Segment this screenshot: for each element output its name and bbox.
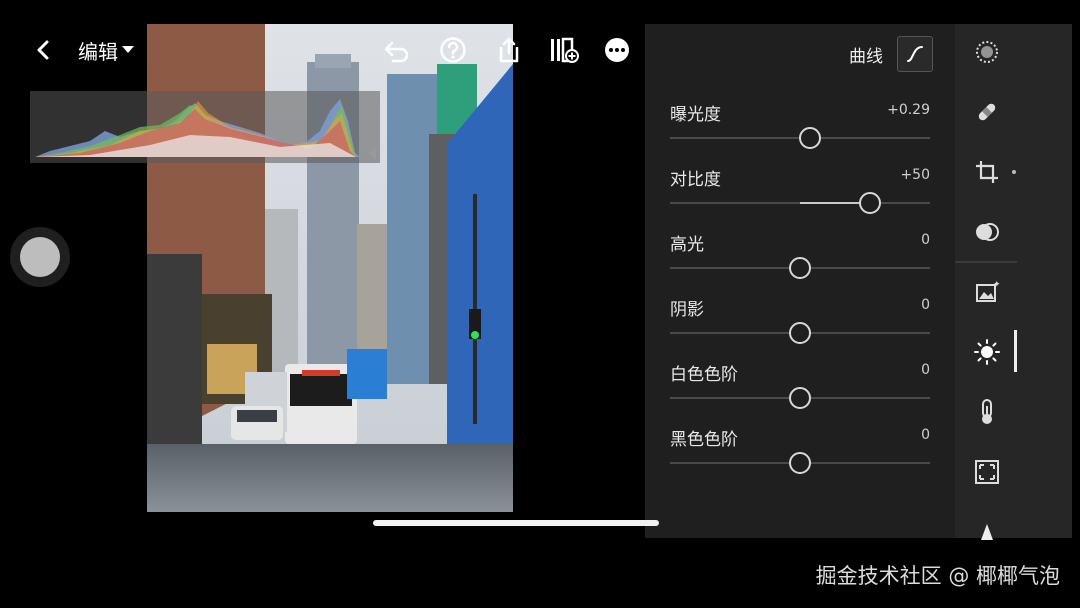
slider-label: 对比度 (670, 170, 721, 190)
histogram[interactable] (30, 91, 380, 163)
svg-text:✦: ✦ (993, 280, 1000, 290)
slider-whites: 白色色阶 0 (670, 360, 930, 420)
slider-value: 0 (921, 427, 930, 443)
slider-label: 白色色阶 (670, 365, 738, 385)
triangle-icon (981, 524, 993, 540)
slider-label: 黑色色阶 (670, 430, 738, 450)
presets-image-icon: ✦ (976, 280, 1000, 302)
slider-thumb[interactable] (789, 452, 811, 474)
curve-button[interactable] (897, 36, 933, 72)
slider-shadows: 阴影 0 (670, 295, 930, 355)
masking-icon (976, 223, 999, 241)
slider-value: 0 (921, 297, 930, 313)
presets-image-tool[interactable]: ✦ (971, 276, 1003, 308)
vignette-icon (975, 460, 999, 484)
light-adjustment-panel: 曲线 曝光度 +0.29 对比度 +50 高光 0 阴影 0 白色色阶 0 黑色… (645, 24, 955, 538)
color-temperature-icon (982, 399, 992, 424)
caret-down-icon (122, 46, 134, 53)
selective-edit-icon (976, 41, 998, 63)
healing-icon (978, 103, 996, 121)
help-button[interactable] (436, 24, 470, 76)
more-tools[interactable] (971, 514, 1003, 546)
color-tool[interactable] (971, 396, 1003, 428)
healing-tool[interactable] (971, 96, 1003, 128)
tool-rail: ✦ (955, 24, 1072, 540)
light-tool[interactable] (971, 336, 1003, 368)
slider-label: 阴影 (670, 300, 704, 320)
share-icon (499, 37, 519, 63)
slider-label: 高光 (670, 235, 704, 255)
curve-icon (907, 46, 923, 62)
presets-icon (551, 37, 579, 63)
slider-thumb[interactable] (859, 192, 882, 214)
back-icon (37, 40, 49, 60)
slider-value: 0 (921, 362, 930, 378)
selective-edit-tool[interactable] (971, 36, 1003, 68)
crop-indicator-dot (1012, 170, 1016, 174)
top-toolbar: 编辑 (0, 24, 645, 76)
back-button[interactable] (28, 24, 58, 76)
share-button[interactable] (492, 24, 526, 76)
slider-thumb[interactable] (789, 322, 811, 344)
rail-divider (955, 261, 1017, 263)
histogram-graph (35, 99, 376, 159)
undo-button[interactable] (380, 24, 414, 76)
assistive-touch-button[interactable] (10, 227, 70, 287)
slider-value: +50 (900, 167, 930, 183)
more-button[interactable] (600, 24, 634, 76)
slider-thumb[interactable] (799, 127, 822, 149)
slider-thumb[interactable] (789, 257, 811, 279)
masking-tool[interactable] (971, 216, 1003, 248)
vignette-tool[interactable] (971, 456, 1003, 488)
curve-label: 曲线 (849, 47, 883, 67)
slider-label: 曝光度 (670, 105, 721, 125)
page-title: 编辑 (78, 39, 118, 64)
crop-tool[interactable] (971, 156, 1003, 188)
slider-thumb[interactable] (789, 387, 811, 409)
presets-button[interactable] (546, 24, 582, 76)
slider-value: 0 (921, 232, 930, 248)
slider-exposure: 曝光度 +0.29 (670, 100, 930, 160)
slider-blacks: 黑色色阶 0 (670, 425, 930, 485)
panel-header: 曲线 (645, 36, 955, 72)
active-tool-indicator (1014, 330, 1017, 372)
assistive-touch-inner (20, 237, 60, 277)
home-indicator[interactable] (373, 520, 659, 526)
slider-highlights: 高光 0 (670, 230, 930, 290)
slider-contrast: 对比度 +50 (670, 165, 930, 225)
edit-mode-dropdown[interactable]: 编辑 (78, 24, 148, 76)
slider-value: +0.29 (887, 102, 930, 118)
undo-icon (384, 41, 409, 63)
more-icon (605, 38, 629, 62)
help-icon (440, 37, 466, 63)
crop-icon (976, 161, 998, 183)
light-icon (974, 339, 1000, 365)
watermark: 掘金技术社区 @ 椰椰气泡 (815, 564, 1060, 588)
